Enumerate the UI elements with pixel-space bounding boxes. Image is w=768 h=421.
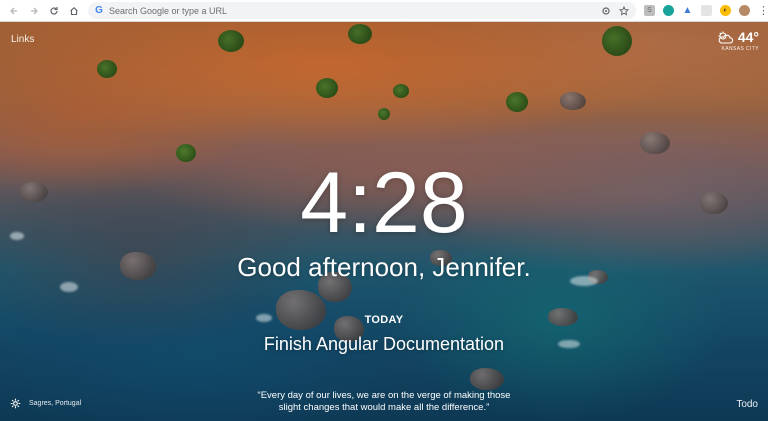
- extension-puzzle-icon[interactable]: [600, 5, 612, 17]
- forward-icon[interactable]: [26, 3, 42, 19]
- extension-icon[interactable]: S: [644, 5, 655, 16]
- settings-area: Sagres, Portugal: [10, 398, 81, 409]
- extension-blank-icon[interactable]: [701, 5, 712, 16]
- quote-line-1: “Every day of our lives, we are on the v…: [257, 390, 511, 401]
- links-button[interactable]: Links: [11, 34, 34, 45]
- kebab-menu-icon[interactable]: ⋮: [758, 4, 768, 17]
- todo-button[interactable]: Todo: [736, 399, 758, 410]
- greeting: Good afternoon, Jennifer.: [237, 252, 531, 282]
- photo-location[interactable]: Sagres, Portugal: [29, 400, 81, 407]
- home-icon[interactable]: [66, 3, 82, 19]
- focus-task[interactable]: Finish Angular Documentation: [0, 333, 768, 355]
- extension-teal-icon[interactable]: [663, 5, 674, 16]
- reload-icon[interactable]: [46, 3, 62, 19]
- gear-icon[interactable]: [10, 398, 21, 409]
- omnibox[interactable]: G: [88, 2, 636, 19]
- back-icon[interactable]: [6, 3, 22, 19]
- omnibox-input[interactable]: [109, 5, 549, 16]
- weather-location: KANSAS CITY: [721, 46, 759, 52]
- extension-yellow-icon[interactable]: ◐: [720, 5, 731, 16]
- google-logo-icon: G: [95, 5, 103, 16]
- quote-line-2: slight changes that would make all the d…: [278, 402, 490, 413]
- browser-toolbar: G S ▲ ◐ ⋮: [0, 0, 768, 22]
- drive-icon[interactable]: ▲: [682, 5, 693, 16]
- weather-widget[interactable]: 44° KANSAS CITY: [717, 29, 759, 52]
- star-icon[interactable]: [618, 5, 630, 17]
- profile-avatar[interactable]: [739, 5, 750, 16]
- partly-cloudy-icon: [718, 31, 733, 44]
- today-label: TODAY: [364, 314, 404, 326]
- quote: “Every day of our lives, we are on the v…: [200, 390, 568, 414]
- temperature: 44°: [737, 29, 759, 45]
- clock-time: 4:28: [300, 155, 468, 251]
